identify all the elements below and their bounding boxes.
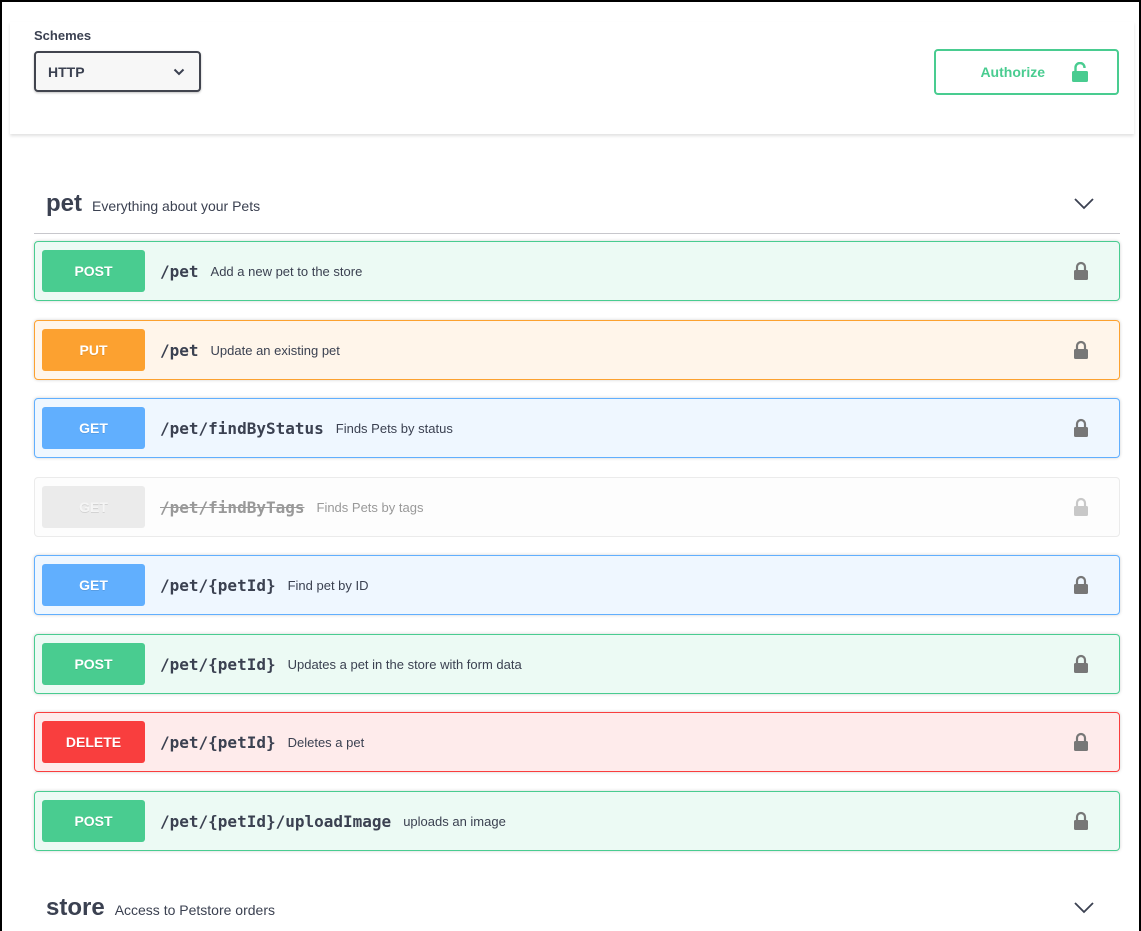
scheme-container: Schemes HTTP Authorize	[10, 22, 1134, 134]
operation-path: /pet	[160, 261, 199, 281]
method-badge: DELETE	[42, 721, 145, 763]
operation-summary: Deletes a pet	[287, 734, 365, 750]
operation-summary: Find pet by ID	[287, 577, 369, 593]
operation-delete-pet[interactable]: DELETE /pet/{petId} Deletes a pet	[34, 712, 1120, 772]
operation-get-find-by-status[interactable]: GET /pet/findByStatus Finds Pets by stat…	[34, 398, 1120, 458]
tag-name: store	[46, 894, 105, 921]
lock-icon[interactable]	[1073, 340, 1089, 360]
lock-icon[interactable]	[1073, 732, 1089, 752]
tag-header-store[interactable]: store Access to Petstore orders	[34, 888, 1120, 928]
schemes-selected-value: HTTP	[48, 63, 85, 80]
lock-icon[interactable]	[1073, 261, 1089, 281]
operation-path: /pet/{petId}	[160, 575, 276, 595]
unlock-icon	[1072, 62, 1088, 82]
authorize-label: Authorize	[980, 64, 1045, 80]
operation-summary: Finds Pets by tags	[316, 499, 424, 515]
method-badge: GET	[42, 564, 145, 606]
operation-path: /pet/{petId}	[160, 654, 276, 674]
authorize-button[interactable]: Authorize	[934, 49, 1119, 95]
tag-description: Access to Petstore orders	[114, 902, 275, 918]
operation-summary: Update an existing pet	[210, 342, 340, 358]
method-badge: GET	[42, 486, 145, 528]
operation-summary: Add a new pet to the store	[210, 263, 363, 279]
tag-name: pet	[46, 189, 82, 217]
operation-path: /pet	[160, 340, 199, 360]
operation-summary: uploads an image	[403, 813, 506, 829]
tag-description: Everything about your Pets	[92, 197, 261, 214]
operation-put-pet[interactable]: PUT /pet Update an existing pet	[34, 320, 1120, 380]
swagger-ui: Schemes HTTP Authorize pet Everything ab…	[0, 0, 1141, 931]
method-badge: POST	[42, 643, 145, 685]
operation-path: /pet/{petId}/uploadImage	[160, 811, 392, 831]
chevron-down-icon	[173, 68, 185, 75]
tag-header-pet[interactable]: pet Everything about your Pets	[34, 174, 1120, 234]
operation-get-find-by-tags-deprecated[interactable]: GET /pet/findByTags Finds Pets by tags	[34, 477, 1120, 537]
tag-title-pet: pet Everything about your Pets	[34, 190, 260, 218]
schemes-select[interactable]: HTTP	[34, 51, 201, 92]
method-badge: PUT	[42, 329, 145, 371]
operation-post-pet[interactable]: POST /pet Add a new pet to the store	[34, 241, 1120, 301]
method-badge: POST	[42, 800, 145, 842]
operation-summary: Finds Pets by status	[335, 420, 453, 436]
operation-path: /pet/findByTags	[160, 497, 305, 517]
tag-title-store: store Access to Petstore orders	[34, 894, 275, 922]
chevron-down-icon[interactable]	[1074, 902, 1094, 914]
operation-get-pet-by-id[interactable]: GET /pet/{petId} Find pet by ID	[34, 555, 1120, 615]
chevron-down-icon[interactable]	[1074, 197, 1094, 210]
operation-post-pet-by-id[interactable]: POST /pet/{petId} Updates a pet in the s…	[34, 634, 1120, 694]
operation-path: /pet/{petId}	[160, 732, 276, 752]
lock-icon[interactable]	[1073, 575, 1089, 595]
method-badge: POST	[42, 250, 145, 292]
lock-icon[interactable]	[1073, 811, 1089, 831]
schemes-label: Schemes	[34, 28, 92, 43]
lock-icon[interactable]	[1073, 418, 1089, 438]
operation-summary: Updates a pet in the store with form dat…	[287, 656, 522, 672]
operation-path: /pet/findByStatus	[160, 418, 324, 438]
method-badge: GET	[42, 407, 145, 449]
lock-icon[interactable]	[1073, 497, 1089, 517]
lock-icon[interactable]	[1073, 654, 1089, 674]
operation-post-upload-image[interactable]: POST /pet/{petId}/uploadImage uploads an…	[34, 791, 1120, 851]
